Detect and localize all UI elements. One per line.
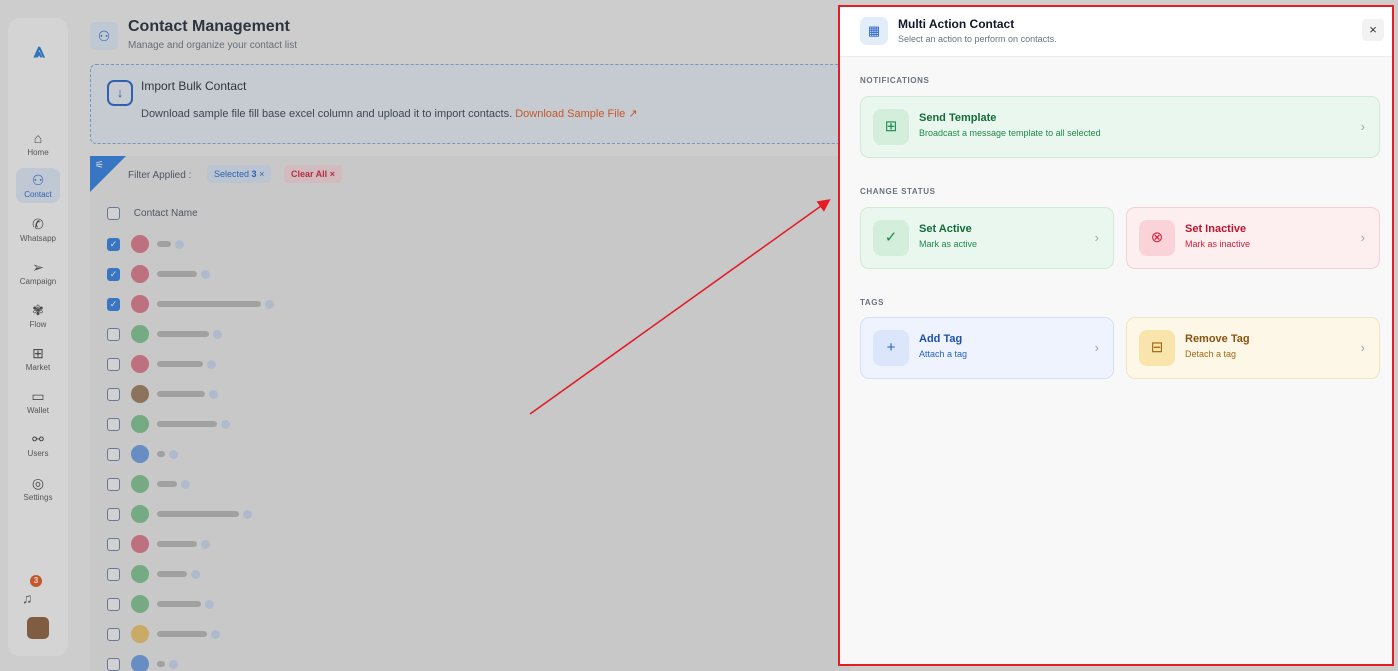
set-inactive-subtitle: Mark as inactive (1185, 239, 1251, 249)
section-notifications: NOTIFICATIONS (860, 76, 930, 85)
chevron-right-icon: › (1094, 230, 1099, 245)
set-inactive-title: Set Inactive (1185, 223, 1247, 235)
template-icon: ⊞ (873, 109, 909, 145)
chevron-right-icon: › (1360, 230, 1365, 245)
set-inactive-button[interactable]: ⊗ Set Inactive Mark as inactive › (1126, 207, 1380, 269)
section-tags: TAGS (860, 298, 885, 307)
tag-remove-icon: ⊟ (1139, 330, 1175, 366)
chevron-right-icon: › (1360, 119, 1365, 134)
add-tag-button[interactable]: + Add Tag Attach a tag › (860, 317, 1114, 379)
remove-tag-button[interactable]: ⊟ Remove Tag Detach a tag › (1126, 317, 1380, 379)
panel-header: ▦ Multi Action Contact Select an action … (840, 7, 1392, 57)
section-change-status: CHANGE STATUS (860, 187, 936, 196)
send-template-title: Send Template (919, 112, 997, 124)
send-template-button[interactable]: ⊞ Send Template Broadcast a message temp… (860, 96, 1380, 158)
set-active-button[interactable]: ✓ Set Active Mark as active › (860, 207, 1114, 269)
plus-icon: + (873, 330, 909, 366)
check-circle-icon: ✓ (873, 220, 909, 256)
chevron-right-icon: › (1094, 340, 1099, 355)
set-active-title: Set Active (919, 223, 972, 235)
remove-tag-title: Remove Tag (1185, 333, 1250, 345)
multi-action-panel: ▦ Multi Action Contact Select an action … (838, 5, 1394, 666)
grid-icon: ▦ (860, 17, 888, 45)
panel-subtitle: Select an action to perform on contacts. (898, 34, 1057, 44)
remove-tag-subtitle: Detach a tag (1185, 349, 1237, 359)
x-circle-icon: ⊗ (1139, 220, 1175, 256)
panel-title: Multi Action Contact (898, 17, 1015, 31)
add-tag-title: Add Tag (919, 333, 963, 345)
chevron-right-icon: › (1360, 340, 1365, 355)
send-template-subtitle: Broadcast a message template to all sele… (919, 128, 1101, 138)
close-button[interactable]: × (1362, 19, 1384, 41)
set-active-subtitle: Mark as active (919, 239, 978, 249)
add-tag-subtitle: Attach a tag (919, 349, 968, 359)
